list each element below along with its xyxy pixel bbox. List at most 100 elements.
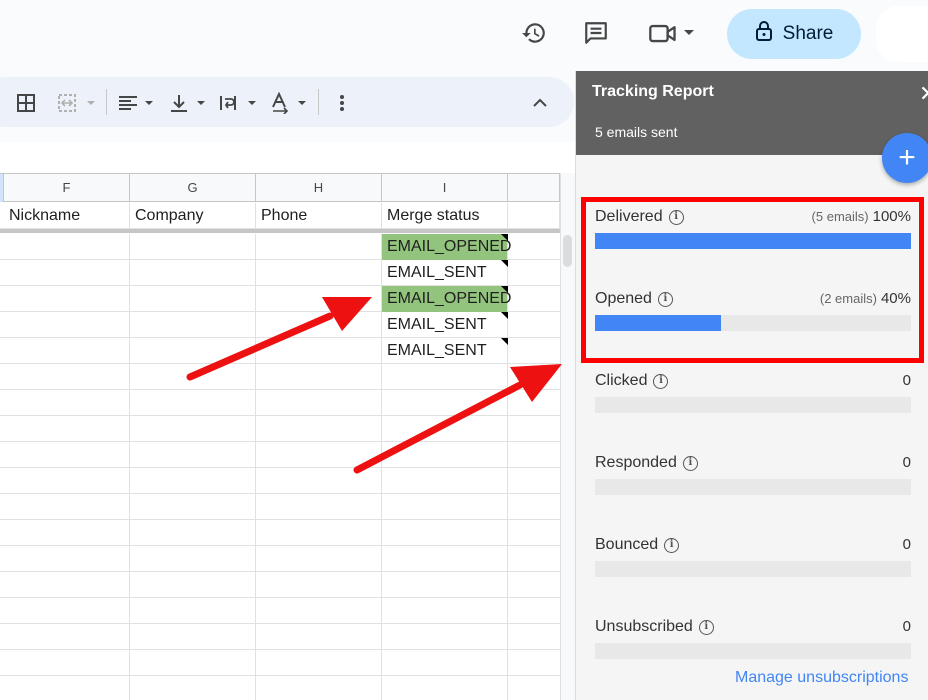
cell[interactable] [4, 338, 130, 364]
cell[interactable] [130, 416, 256, 442]
cell[interactable] [256, 572, 382, 598]
cell[interactable] [256, 520, 382, 546]
cell[interactable] [130, 260, 256, 286]
meet-video-icon[interactable] [648, 18, 678, 48]
cell[interactable] [130, 286, 256, 312]
cell[interactable] [256, 598, 382, 624]
cell[interactable] [382, 468, 508, 494]
cell[interactable] [130, 572, 256, 598]
merge-cells-icon[interactable] [57, 91, 101, 115]
cell[interactable] [4, 286, 130, 312]
cell[interactable] [382, 364, 508, 390]
cell[interactable] [382, 650, 508, 676]
column-header-g[interactable]: G [130, 174, 256, 202]
cell[interactable] [4, 260, 130, 286]
cell[interactable] [4, 546, 130, 572]
cell[interactable] [130, 598, 256, 624]
cell[interactable] [382, 520, 508, 546]
comments-icon[interactable] [581, 18, 611, 48]
cell[interactable] [130, 546, 256, 572]
column-header-f[interactable]: F [4, 174, 130, 202]
collapse-icon[interactable] [530, 91, 550, 115]
horizontal-align-icon[interactable] [117, 91, 157, 115]
avatar[interactable] [876, 6, 928, 62]
info-icon[interactable]: i [682, 455, 698, 471]
cell[interactable] [256, 468, 382, 494]
plus-icon[interactable]: + [882, 133, 928, 183]
cell[interactable] [4, 312, 130, 338]
cell[interactable] [256, 546, 382, 572]
cell[interactable] [4, 390, 130, 416]
version-history-icon[interactable] [519, 18, 549, 48]
cell[interactable] [382, 546, 508, 572]
borders-icon[interactable] [16, 91, 36, 115]
header-cell-phone[interactable]: Phone [256, 203, 382, 229]
cell[interactable] [4, 520, 130, 546]
cell[interactable] [130, 338, 256, 364]
cell[interactable] [130, 442, 256, 468]
cell[interactable] [130, 468, 256, 494]
merge-status-cell[interactable]: EMAIL_SENT [382, 338, 508, 364]
header-cell-merge-status[interactable]: Merge status [382, 203, 508, 229]
cell[interactable] [256, 676, 382, 700]
close-icon[interactable]: ✕ [919, 81, 928, 107]
column-header-j[interactable] [508, 174, 560, 202]
cell[interactable] [382, 390, 508, 416]
cell[interactable] [4, 442, 130, 468]
cell[interactable] [382, 572, 508, 598]
cell[interactable] [130, 364, 256, 390]
cell[interactable] [256, 416, 382, 442]
cell[interactable] [130, 624, 256, 650]
frozen-row-divider[interactable] [0, 229, 560, 233]
cell[interactable] [256, 364, 382, 390]
cell[interactable] [4, 468, 130, 494]
cell[interactable] [382, 676, 508, 700]
column-header-h[interactable]: H [256, 174, 382, 202]
cell[interactable] [4, 598, 130, 624]
vertical-align-icon[interactable] [169, 91, 209, 115]
cell[interactable] [508, 203, 560, 229]
cell[interactable] [256, 338, 382, 364]
cell[interactable] [130, 390, 256, 416]
merge-status-cell[interactable]: EMAIL_OPENED [382, 234, 511, 260]
merge-status-cell[interactable]: EMAIL_SENT [382, 260, 508, 286]
cell[interactable] [382, 494, 508, 520]
cell[interactable] [130, 676, 256, 700]
cell[interactable] [256, 494, 382, 520]
cell[interactable] [130, 650, 256, 676]
cell[interactable] [256, 442, 382, 468]
cell[interactable] [382, 598, 508, 624]
scrollbar-thumb[interactable] [563, 235, 572, 267]
header-cell-company[interactable]: Company [130, 203, 256, 229]
cell[interactable] [4, 624, 130, 650]
text-rotation-icon[interactable] [270, 91, 310, 115]
info-icon[interactable]: i [653, 373, 669, 389]
cell[interactable] [256, 260, 382, 286]
more-vert-icon[interactable] [334, 91, 350, 115]
cell[interactable] [4, 234, 130, 260]
cell[interactable] [130, 494, 256, 520]
cell[interactable] [4, 676, 130, 700]
cell-note-indicator[interactable] [501, 312, 508, 319]
info-icon[interactable]: i [698, 619, 714, 635]
info-icon[interactable]: i [664, 537, 680, 553]
chevron-down-icon[interactable] [679, 18, 699, 48]
cell[interactable] [130, 312, 256, 338]
cell[interactable] [4, 650, 130, 676]
cell[interactable] [256, 390, 382, 416]
cell[interactable] [4, 572, 130, 598]
manage-unsubscriptions-link[interactable]: Manage unsubscriptions [735, 669, 908, 687]
cell[interactable] [4, 494, 130, 520]
cell[interactable] [4, 416, 130, 442]
cell[interactable] [382, 624, 508, 650]
cell[interactable] [4, 364, 130, 390]
cell[interactable] [130, 234, 256, 260]
share-button[interactable]: Share [727, 9, 861, 59]
cell[interactable] [256, 312, 382, 338]
cell-note-indicator[interactable] [501, 286, 508, 293]
column-header-i[interactable]: I [382, 174, 508, 202]
text-wrap-icon[interactable] [218, 91, 260, 115]
cell[interactable] [256, 624, 382, 650]
cell[interactable] [382, 442, 508, 468]
cell-note-indicator[interactable] [501, 338, 508, 345]
